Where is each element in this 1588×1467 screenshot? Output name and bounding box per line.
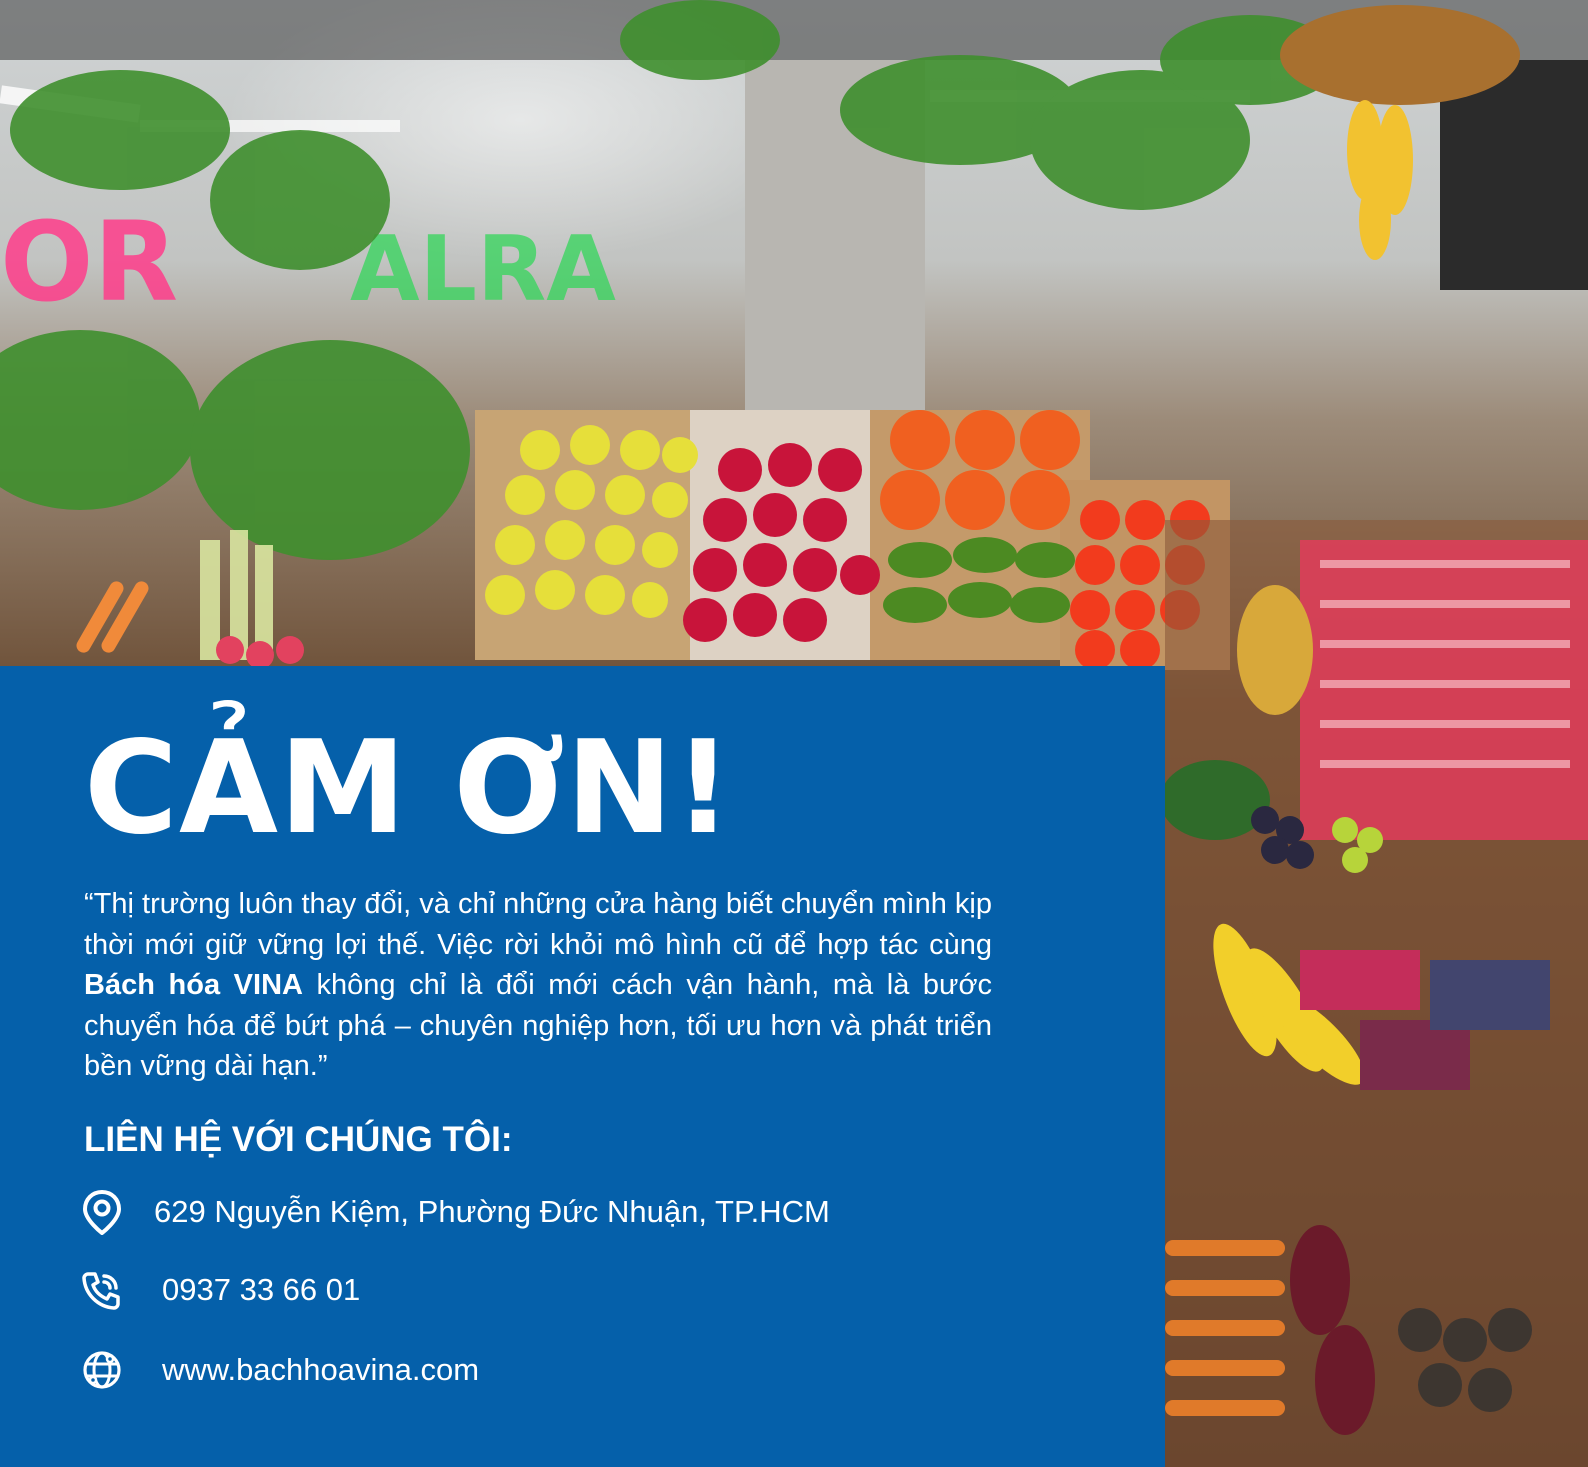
phone-icon xyxy=(78,1266,126,1314)
thank-you-title: CẢM ƠN! xyxy=(84,714,734,863)
svg-text:ALRA: ALRA xyxy=(350,217,616,322)
quote-paragraph: “Thị trường luôn thay đổi, và chỉ những … xyxy=(84,884,992,1087)
contact-website-link[interactable]: www.bachhoavina.com xyxy=(162,1350,479,1390)
location-pin-icon xyxy=(78,1188,126,1236)
thank-you-panel: CẢM ƠN! “Thị trường luôn thay đổi, và ch… xyxy=(0,666,1165,1467)
contact-address-row: 629 Nguyễn Kiệm, Phường Đức Nhuận, TP.HC… xyxy=(78,1188,830,1236)
contact-phone-row[interactable]: 0937 33 66 01 xyxy=(78,1266,360,1314)
contact-website-row[interactable]: www.bachhoavina.com xyxy=(78,1346,479,1394)
contact-heading: LIÊN HỆ VỚI CHÚNG TÔI: xyxy=(84,1120,513,1159)
quote-text-start: “Thị trường luôn thay đổi, và chỉ những … xyxy=(84,888,992,961)
globe-icon xyxy=(78,1346,126,1394)
contact-address-text: 629 Nguyễn Kiệm, Phường Đức Nhuận, TP.HC… xyxy=(154,1194,830,1229)
contact-phone-text[interactable]: 0937 33 66 01 xyxy=(162,1270,360,1310)
svg-text:OR: OR xyxy=(0,198,178,326)
quote-brand-name: Bách hóa VINA xyxy=(84,969,303,1002)
